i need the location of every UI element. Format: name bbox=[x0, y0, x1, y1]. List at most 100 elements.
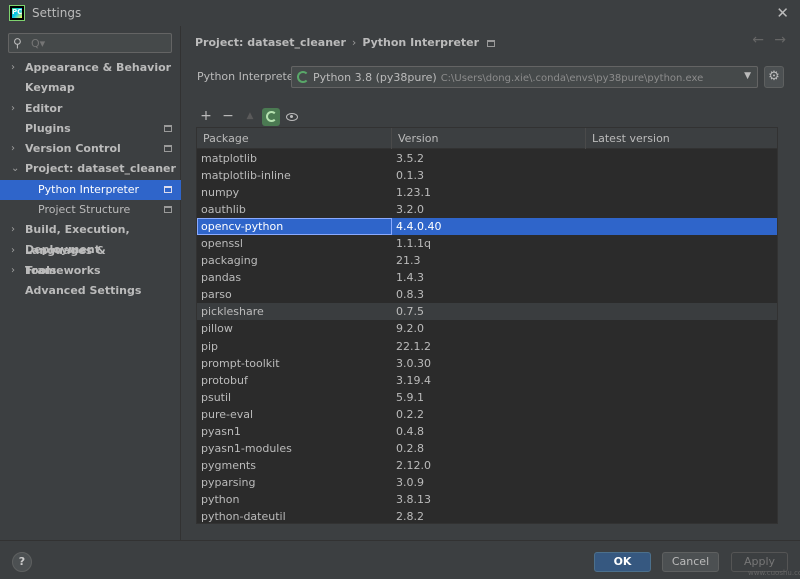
settings-tree: › Appearance & Behavior Keymap › Editor … bbox=[0, 58, 181, 302]
table-row[interactable]: oauthlib 3.2.0 bbox=[197, 201, 777, 218]
sidebar-item-label: Plugins bbox=[25, 121, 71, 135]
column-header-package[interactable]: Package bbox=[197, 128, 392, 149]
cell-package: python-dateutil bbox=[201, 509, 286, 523]
sidebar-item-plugins[interactable]: Plugins bbox=[0, 119, 181, 139]
cell-version: 9.2.0 bbox=[396, 322, 424, 336]
table-row[interactable]: pyasn1-modules 0.2.8 bbox=[197, 440, 777, 457]
forward-arrow-icon[interactable]: → bbox=[774, 32, 786, 48]
expand-arrow-icon[interactable]: › bbox=[11, 99, 15, 119]
table-row[interactable]: parso 0.8.3 bbox=[197, 286, 777, 303]
sidebar-item-label: Editor bbox=[25, 101, 63, 115]
table-row[interactable]: pygments 2.12.0 bbox=[197, 457, 777, 474]
cell-version: 4.4.0.40 bbox=[396, 220, 442, 234]
sidebar-item-label: Python Interpreter bbox=[38, 182, 140, 196]
table-row[interactable]: pillow 9.2.0 bbox=[197, 320, 777, 337]
expand-arrow-icon[interactable]: › bbox=[11, 261, 15, 281]
cell-version: 3.8.13 bbox=[396, 492, 431, 506]
expand-arrow-icon[interactable]: › bbox=[11, 139, 15, 159]
interpreter-name: Python 3.8 (py38pure) bbox=[313, 71, 437, 84]
cell-version: 0.2.8 bbox=[396, 441, 424, 455]
sidebar-item-editor[interactable]: › Editor bbox=[0, 99, 181, 119]
table-row[interactable]: prompt-toolkit 3.0.30 bbox=[197, 355, 777, 372]
table-row[interactable]: pickleshare 0.7.5 bbox=[197, 303, 777, 321]
project-scope-icon bbox=[164, 124, 172, 132]
back-arrow-icon[interactable]: ← bbox=[752, 32, 764, 48]
cell-version: 2.8.2 bbox=[396, 509, 424, 523]
cell-version: 22.1.2 bbox=[396, 339, 431, 353]
table-row[interactable]: python-dateutil 2.8.2 bbox=[197, 508, 777, 523]
expand-arrow-icon[interactable]: › bbox=[11, 58, 15, 78]
table-row[interactable]: pip 22.1.2 bbox=[197, 338, 777, 355]
sidebar-item-advanced-settings[interactable]: Advanced Settings bbox=[0, 281, 181, 301]
collapse-arrow-icon[interactable]: ⌄ bbox=[11, 159, 19, 179]
cell-package: packaging bbox=[201, 254, 258, 268]
cell-package: protobuf bbox=[201, 373, 248, 387]
cell-package: pillow bbox=[201, 322, 233, 336]
settings-content: Project: dataset_cleaner › Python Interpre… bbox=[182, 26, 800, 540]
expand-arrow-icon[interactable]: › bbox=[11, 241, 15, 261]
cell-package: pygments bbox=[201, 458, 256, 472]
table-row[interactable]: pure-eval 0.2.2 bbox=[197, 406, 777, 423]
interpreter-dropdown[interactable]: Python 3.8 (py38pure) C:\Users\dong.xie\.… bbox=[291, 66, 758, 88]
cell-version: 0.2.2 bbox=[396, 407, 424, 421]
remove-package-button[interactable]: − bbox=[219, 108, 237, 126]
ok-button[interactable]: OK bbox=[594, 552, 651, 572]
refresh-packages-button[interactable] bbox=[262, 108, 280, 126]
settings-sidebar: ⚲ › Appearance & Behavior Keymap › Edito… bbox=[0, 26, 181, 540]
cell-package: pip bbox=[201, 339, 219, 353]
eye-icon bbox=[286, 113, 298, 121]
sidebar-item-project-structure[interactable]: Project Structure bbox=[0, 200, 181, 220]
cell-package: oauthlib bbox=[201, 203, 246, 217]
settings-search-field[interactable]: ⚲ bbox=[8, 33, 172, 53]
sidebar-item-appearance-behavior[interactable]: › Appearance & Behavior bbox=[0, 58, 181, 78]
help-button[interactable]: ? bbox=[12, 552, 32, 572]
breadcrumb-page: Python Interpreter bbox=[362, 36, 480, 49]
cell-version: 3.5.2 bbox=[396, 152, 424, 165]
column-header-latest-version[interactable]: Latest version bbox=[586, 128, 777, 149]
watermark: www.cuoshu.com bbox=[748, 569, 800, 577]
table-row[interactable]: protobuf 3.19.4 bbox=[197, 372, 777, 389]
project-scope-icon bbox=[164, 185, 172, 193]
table-row[interactable]: pyasn1 0.4.8 bbox=[197, 423, 777, 440]
cell-version: 1.1.1q bbox=[396, 237, 431, 251]
settings-search-input[interactable] bbox=[31, 36, 167, 50]
cell-package: pyasn1-modules bbox=[201, 441, 292, 455]
cell-package: pyasn1 bbox=[201, 424, 241, 438]
cell-package: python bbox=[201, 492, 240, 506]
sidebar-item-tools[interactable]: › Tools bbox=[0, 261, 181, 281]
table-row[interactable]: pandas 1.4.3 bbox=[197, 269, 777, 286]
breadcrumb-separator: › bbox=[351, 36, 357, 49]
table-scrollbar[interactable] bbox=[777, 288, 778, 406]
interpreter-settings-gear-button[interactable]: ⚙ bbox=[764, 66, 784, 88]
cell-package: matplotlib bbox=[201, 152, 257, 165]
close-icon[interactable]: ✕ bbox=[776, 4, 789, 22]
table-row[interactable]: matplotlib-inline 0.1.3 bbox=[197, 167, 777, 184]
table-row[interactable]: python 3.8.13 bbox=[197, 491, 777, 508]
interpreter-label: Python Interpreter: bbox=[197, 70, 302, 83]
window-title: Settings bbox=[32, 6, 82, 20]
sidebar-item-keymap[interactable]: Keymap bbox=[0, 78, 181, 98]
sidebar-item-build-execution-deployment[interactable]: › Build, Execution, Deployment bbox=[0, 220, 181, 256]
table-row[interactable]: psutil 5.9.1 bbox=[197, 389, 777, 406]
cell-version: 3.0.30 bbox=[396, 356, 431, 370]
sidebar-item-python-interpreter[interactable]: Python Interpreter bbox=[0, 179, 181, 201]
upgrade-package-button[interactable]: ▲ bbox=[241, 108, 259, 126]
cancel-button[interactable]: Cancel bbox=[662, 552, 719, 572]
table-row[interactable]: packaging 21.3 bbox=[197, 252, 777, 269]
sidebar-item-version-control[interactable]: › Version Control bbox=[0, 139, 181, 159]
cell-version: 1.23.1 bbox=[396, 186, 431, 200]
expand-arrow-icon[interactable]: › bbox=[11, 220, 15, 240]
add-package-button[interactable]: + bbox=[197, 108, 215, 126]
sidebar-item-languages-frameworks[interactable]: › Languages & Frameworks bbox=[0, 241, 181, 277]
table-row[interactable]: openssl 1.1.1q bbox=[197, 235, 777, 252]
interpreter-name-group: Python 3.8 (py38pure) C:\Users\dong.xie\.… bbox=[313, 71, 703, 84]
sidebar-item-label: Appearance & Behavior bbox=[25, 61, 172, 74]
sidebar-item-project[interactable]: ⌄ Project: dataset_cleaner bbox=[0, 159, 181, 179]
table-row[interactable]: pyparsing 3.0.9 bbox=[197, 474, 777, 491]
table-row[interactable]: matplotlib 3.5.2 bbox=[197, 150, 777, 167]
table-row[interactable]: opencv-python 4.4.0.40 bbox=[197, 218, 777, 236]
cell-package: pandas bbox=[201, 271, 242, 285]
column-header-version[interactable]: Version bbox=[392, 128, 586, 149]
table-row[interactable]: numpy 1.23.1 bbox=[197, 184, 777, 201]
show-early-releases-button[interactable] bbox=[283, 108, 301, 126]
